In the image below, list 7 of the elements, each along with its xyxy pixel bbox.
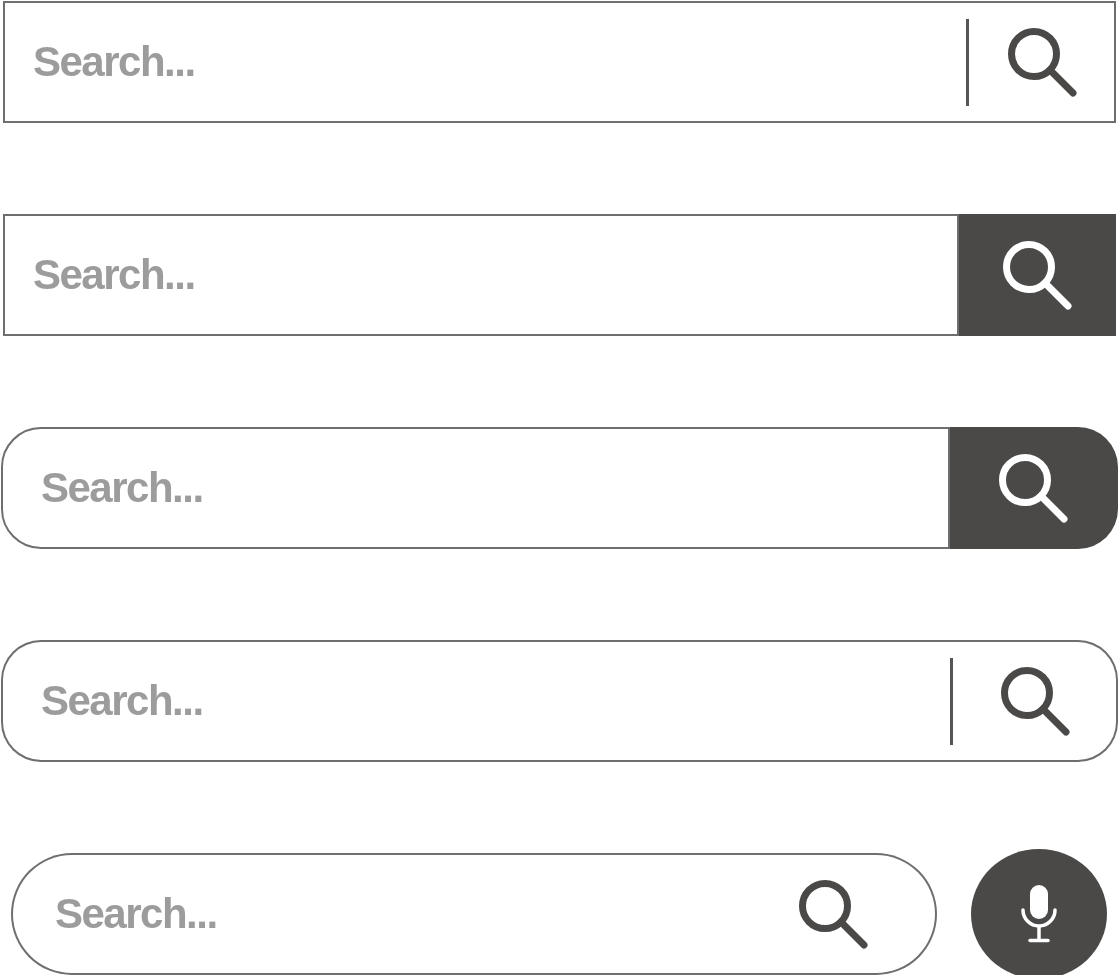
- search-input[interactable]: Search...: [1, 427, 950, 549]
- search-button[interactable]: [950, 427, 1118, 549]
- search-button[interactable]: [959, 214, 1116, 336]
- search-icon: [1001, 240, 1072, 310]
- microphone-icon: [1020, 885, 1058, 943]
- search-input[interactable]: Search...: [3, 214, 959, 336]
- search-icon: [998, 453, 1068, 523]
